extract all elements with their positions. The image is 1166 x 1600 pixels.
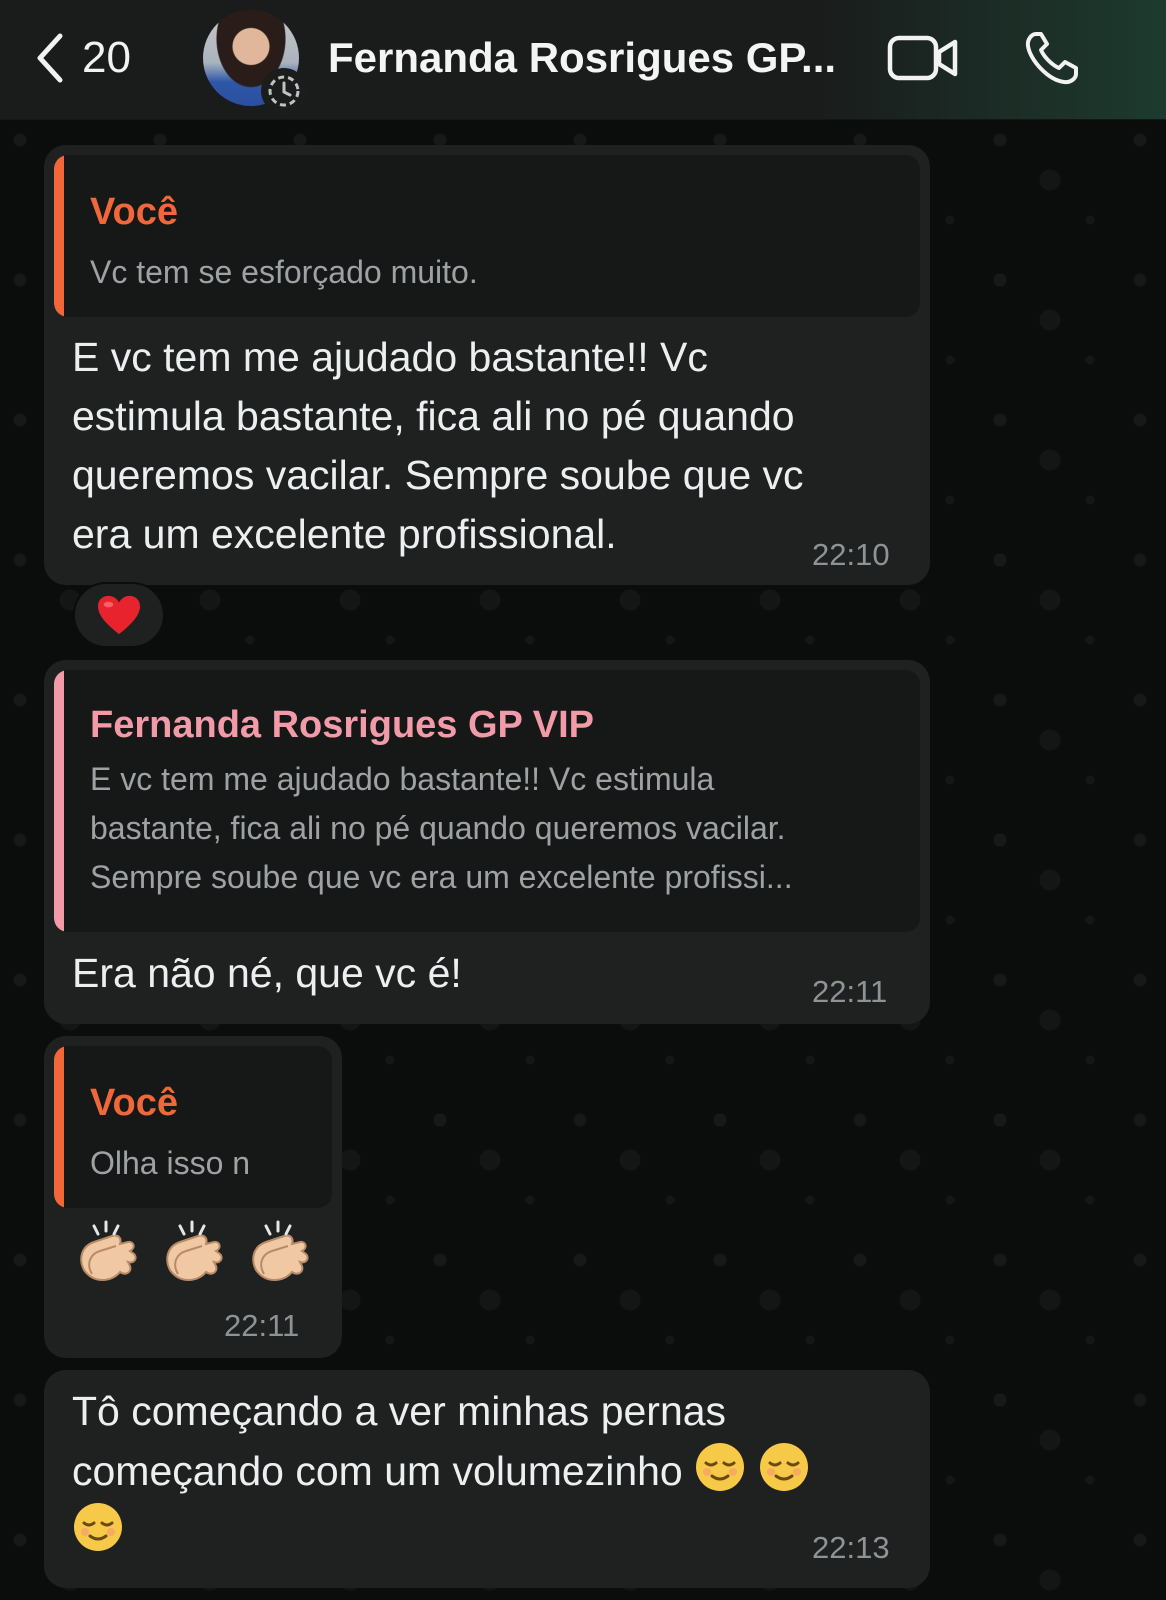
quote-accent-bar [54,670,64,932]
reaction-badge[interactable] [73,582,165,648]
message-line: começando com um volumezinho [72,1441,922,1501]
message-line: queremos vacilar. Sempre soube que vc [72,452,804,498]
message-time: 22:11 [224,1308,300,1343]
quote-line: E vc tem me ajudado bastante!! Vc estimu… [90,761,715,797]
message-text: Era não né, que vc é! [72,950,462,996]
back-button[interactable]: 20 [32,30,131,86]
unread-count: 20 [82,33,131,82]
clapping-hands-icon [166,1220,223,1281]
relieved-face-icon [72,1503,124,1554]
message-line: E vc tem me ajudado bastante!! Vc [72,334,708,380]
quote-author: Você [90,191,179,233]
message-time: 22:11 [812,974,888,1009]
relieved-face-icon [758,1443,810,1494]
clapping-hands-icon [252,1220,309,1281]
message-bubble[interactable]: Tô começando a ver minhas pernas começan… [44,1370,930,1588]
contact-name[interactable]: Fernanda Rosrigues GP... [328,34,836,82]
quote-author: Fernanda Rosrigues GP VIP [90,704,595,746]
quoted-message[interactable]: Você Olha isso n [54,1046,332,1208]
quoted-message[interactable]: Você Vc tem se esforçado muito. [54,155,920,317]
message-bubble[interactable]: Fernanda Rosrigues GP VIP E vc tem me aj… [44,660,930,1024]
message-bubble[interactable]: Você Olha isso n 22:11 [44,1036,342,1358]
message-line [72,1501,922,1561]
quote-line: bastante, fica ali no pé quando queremos… [90,810,786,846]
chevron-left-icon [37,33,63,83]
clapping-hands-icon [80,1220,137,1281]
clapping-hands-emojis [72,1218,318,1292]
quote-text: Vc tem se esforçado muito. [90,254,478,290]
quote-author: Você [90,1082,179,1124]
message-bubble[interactable]: Você Vc tem se esforçado muito. E vc tem… [44,145,930,585]
status-icon [261,68,307,114]
phone-icon[interactable] [1022,28,1082,88]
message-line: era um excelente profissional. [72,511,617,557]
heart-icon [98,595,140,635]
quoted-message[interactable]: Fernanda Rosrigues GP VIP E vc tem me aj… [54,670,920,932]
quote-accent-bar [54,155,64,317]
message-time: 22:13 [812,1530,890,1565]
contact-avatar[interactable] [203,10,307,114]
message-time: 22:10 [812,537,890,572]
quote-text: Olha isso n [90,1145,251,1181]
video-call-icon[interactable] [887,30,959,88]
quote-line: Sempre soube que vc era um excelente pro… [90,859,793,895]
message-line: estimula bastante, fica ali no pé quando [72,393,795,439]
chat-header: 20 Fernanda Rosrigues GP... [0,0,1166,120]
message-text: Tô começando a ver minhas pernas começan… [72,1382,922,1561]
quote-accent-bar [54,1046,64,1208]
message-line: Tô começando a ver minhas pernas [72,1388,727,1434]
relieved-face-icon [694,1443,746,1494]
quote-text: E vc tem me ajudado bastante!! Vc estimu… [90,755,793,902]
message-text: E vc tem me ajudado bastante!! Vc estimu… [72,328,912,564]
